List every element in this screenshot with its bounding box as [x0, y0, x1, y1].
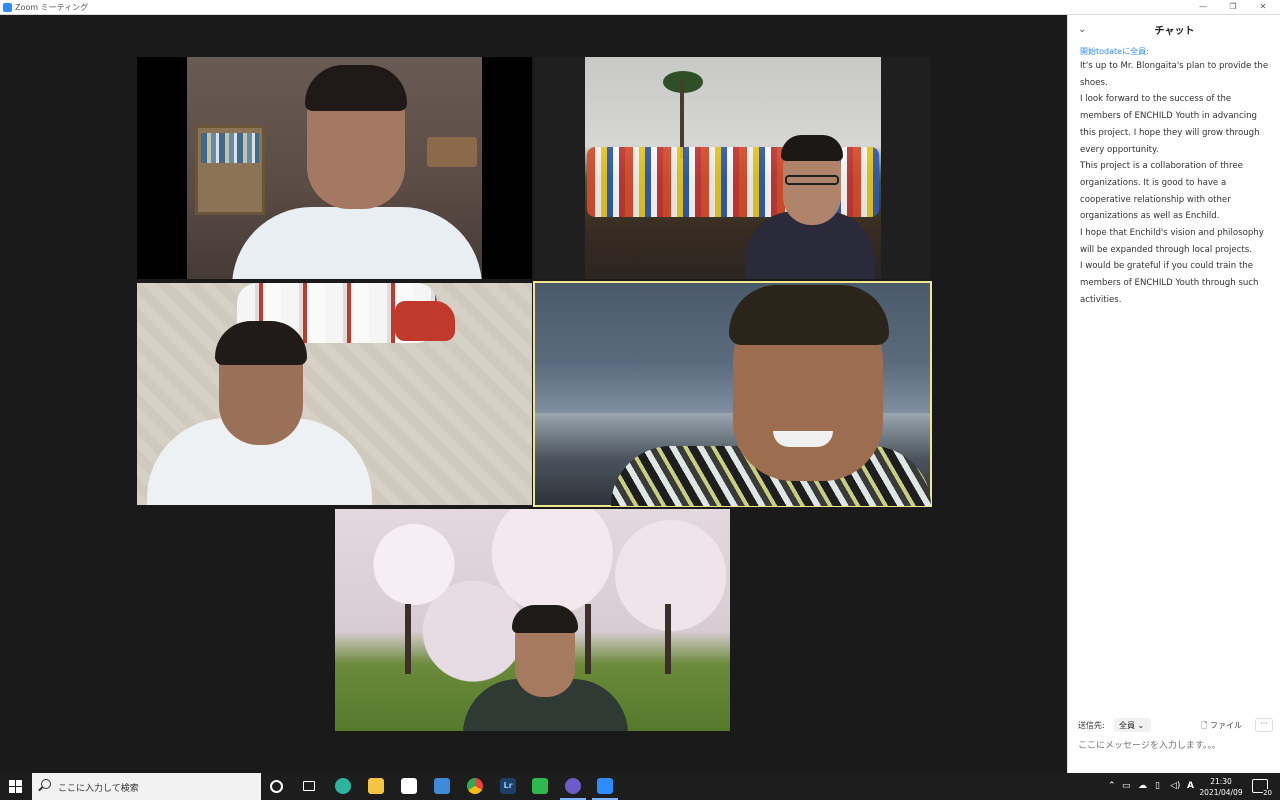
video-gallery: [0, 15, 1067, 773]
chevron-up-icon[interactable]: ⌃: [1108, 781, 1116, 791]
system-clock[interactable]: 21:30 2021/04/09: [1196, 776, 1246, 798]
red-shoe: [395, 301, 455, 341]
active-speaker-video-tile[interactable]: [533, 281, 932, 507]
minimize-button[interactable]: —: [1196, 1, 1210, 13]
line-icon[interactable]: [532, 778, 548, 794]
network-icon[interactable]: ▭: [1122, 781, 1131, 791]
task-view-icon[interactable]: [303, 781, 315, 791]
taskbar-search-box[interactable]: ここに入力して検索: [32, 773, 261, 800]
participant-video-tile[interactable]: [535, 57, 930, 279]
clock-time: 21:30: [1210, 777, 1232, 786]
close-button[interactable]: ✕: [1256, 1, 1270, 13]
chat-message: It's up to Mr. Blongaita's plan to provi…: [1080, 61, 1269, 88]
participant: [745, 135, 875, 279]
participant-hair: [781, 135, 843, 161]
chat-heading: チャット: [1154, 26, 1195, 37]
windows-taskbar: ここに入力して検索 Lr ⌃ ▭ ☁ ▯ ◁) A 21:30 2021/04/…: [0, 773, 1280, 800]
file-button-label: ファイル: [1209, 721, 1242, 730]
restore-button[interactable]: ❐: [1226, 1, 1240, 13]
cortana-icon[interactable]: [270, 780, 283, 793]
tree-trunk: [585, 604, 591, 674]
chat-panel: ⌄ チャット 開始todateに全員: It's up to Mr. Blong…: [1067, 15, 1280, 773]
participant-smile: [773, 431, 833, 447]
send-to-label: 送信先:: [1078, 721, 1105, 730]
zoom-icon[interactable]: [597, 778, 613, 794]
mail-icon[interactable]: [434, 778, 450, 794]
screen-capture-icon[interactable]: [565, 778, 581, 794]
wifi-icon[interactable]: ▯: [1155, 781, 1160, 791]
more-options-button[interactable]: ···: [1255, 718, 1273, 732]
search-icon: [41, 779, 51, 789]
chat-message: I hope that Enchild's vision and philoso…: [1080, 228, 1264, 255]
chat-message-list: It's up to Mr. Blongaita's plan to provi…: [1080, 58, 1270, 309]
recipient-select[interactable]: 全員 ⌄: [1114, 718, 1151, 732]
ime-indicator[interactable]: A: [1187, 781, 1194, 791]
chat-message: I look forward to the success of the mem…: [1080, 94, 1260, 155]
participant-hair: [729, 285, 889, 345]
file-icon: 🗋: [1201, 721, 1210, 730]
chat-sender-line: 開始todateに全員:: [1080, 47, 1149, 56]
windows-start-icon[interactable]: [9, 780, 22, 793]
virtual-background-photo: [585, 57, 881, 279]
basket: [427, 137, 477, 167]
chat-message-input[interactable]: [1078, 738, 1273, 754]
store-icon[interactable]: [401, 778, 417, 794]
window-title: Zoom ミーティング: [15, 3, 89, 12]
glasses: [785, 175, 839, 185]
participant-hair: [512, 605, 578, 633]
file-explorer-icon[interactable]: [368, 778, 384, 794]
notification-count: 20: [1263, 789, 1272, 797]
taskbar-search-placeholder: ここに入力して検索: [58, 784, 139, 794]
chat-message: I would be grateful if you could train t…: [1080, 261, 1259, 305]
file-button[interactable]: 🗋 ファイル: [1201, 720, 1242, 734]
clock-date: 2021/04/09: [1199, 788, 1243, 797]
volume-icon[interactable]: ◁): [1170, 781, 1180, 791]
tree-trunk: [405, 604, 411, 674]
participant-video-tile[interactable]: [137, 283, 532, 505]
participant-video-tile[interactable]: [335, 509, 730, 731]
chrome-icon[interactable]: [467, 778, 483, 794]
zoom-app-icon: [3, 3, 12, 12]
tree-trunk: [665, 604, 671, 674]
notification-icon[interactable]: 20: [1252, 779, 1272, 797]
chat-message: This project is a collaboration of three…: [1080, 161, 1243, 222]
participant-video-tile[interactable]: [137, 57, 532, 279]
lightroom-icon[interactable]: Lr: [500, 778, 516, 794]
participant-hair: [305, 65, 407, 111]
books: [201, 133, 259, 163]
edge-icon[interactable]: [335, 778, 351, 794]
onedrive-icon[interactable]: ☁: [1138, 781, 1147, 791]
window-title-bar: Zoom ミーティング — ❐ ✕: [0, 0, 1280, 15]
